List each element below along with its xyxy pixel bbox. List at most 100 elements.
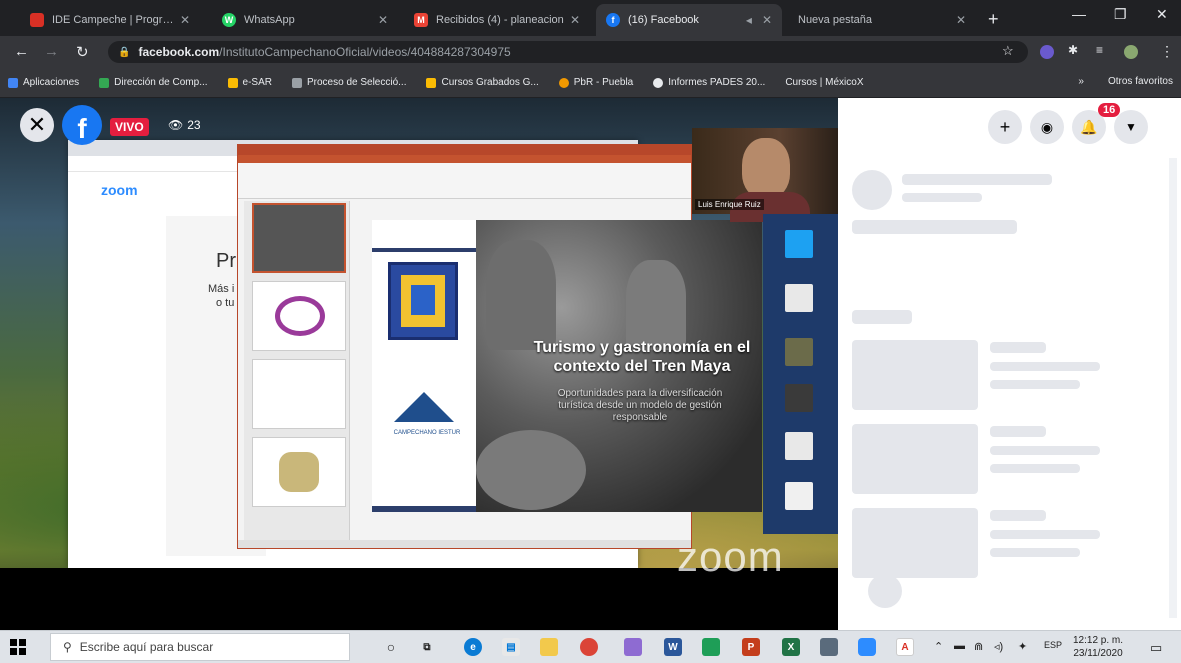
notification-count-badge: 16 bbox=[1098, 103, 1121, 117]
loading-placeholder bbox=[990, 464, 1080, 473]
address-bar[interactable]: 🔒 facebook.com /InstitutoCampechanoOfici… bbox=[108, 41, 1028, 63]
more-menu-icon[interactable]: ⋮ bbox=[1160, 43, 1174, 60]
close-tab-icon[interactable]: ✕ bbox=[378, 13, 388, 27]
chrome-icon[interactable] bbox=[580, 638, 598, 656]
bookmark-direccion[interactable]: Dirección de Comp... bbox=[99, 77, 208, 88]
other-bookmarks[interactable]: » Otros favoritos bbox=[1078, 76, 1173, 87]
gmail-icon: M bbox=[414, 13, 428, 27]
tab-gmail[interactable]: M Recibidos (4) - planeacion ✕ bbox=[404, 4, 590, 36]
new-tab-icon[interactable]: + bbox=[988, 9, 999, 30]
viewer-count-value: 23 bbox=[187, 118, 201, 132]
network-icon[interactable]: ⋒ bbox=[974, 640, 983, 653]
cycle-diagram-thumbnail bbox=[275, 296, 325, 336]
bookmark-mexicox[interactable]: Cursos | MéxicoX bbox=[785, 77, 863, 88]
volume-icon[interactable]: ◃) bbox=[994, 640, 1003, 653]
window-close-icon[interactable]: ✕ bbox=[1156, 6, 1168, 23]
reload-icon[interactable]: ↻ bbox=[76, 43, 89, 61]
twitter-icon bbox=[785, 230, 813, 258]
bookmarks-overflow-icon[interactable]: » bbox=[1078, 76, 1084, 87]
bell-icon: 🔔 bbox=[1080, 118, 1098, 135]
facebook-logo-icon[interactable]: f bbox=[62, 105, 102, 145]
slide-thumbnail bbox=[252, 437, 346, 507]
tray-expand-icon[interactable]: ⌃ bbox=[934, 640, 943, 653]
file-explorer-icon[interactable] bbox=[540, 638, 558, 656]
bookmark-label: Proceso de Selecció... bbox=[306, 77, 407, 88]
windows-taskbar: ⚲ Escribe aquí para buscar ○ ⧉ e ▤ W P X… bbox=[0, 630, 1181, 663]
browser-toolbar: ← → ↻ 🔒 facebook.com /InstitutoCampechan… bbox=[0, 36, 1181, 68]
zoom-app-icon[interactable] bbox=[858, 638, 876, 656]
cortana-icon[interactable]: ○ bbox=[382, 638, 400, 656]
bookmark-favicon-icon bbox=[227, 77, 238, 88]
minimize-icon[interactable]: — bbox=[1072, 6, 1086, 22]
tab-facebook[interactable]: f (16) Facebook ◂ ✕ bbox=[596, 4, 782, 36]
speaker-webcam: Luis Enrique Ruiz bbox=[692, 128, 838, 222]
calculator-icon[interactable] bbox=[820, 638, 838, 656]
mute-tab-icon[interactable]: ◂ bbox=[746, 13, 752, 27]
close-tab-icon[interactable]: ✕ bbox=[762, 13, 772, 27]
loading-placeholder bbox=[990, 548, 1080, 557]
bookmark-star-icon[interactable]: ☆ bbox=[1002, 43, 1014, 59]
close-tab-icon[interactable]: ✕ bbox=[956, 13, 966, 27]
ppt-ribbon bbox=[238, 163, 691, 199]
powerpoint-icon[interactable]: P bbox=[742, 638, 760, 656]
tray-security-icon[interactable]: ✦ bbox=[1018, 640, 1027, 653]
tray-app-icon[interactable]: ▬ bbox=[954, 640, 965, 652]
account-menu-button[interactable]: ▼ bbox=[1114, 110, 1148, 144]
back-icon[interactable]: ← bbox=[14, 43, 29, 60]
taskbar-search[interactable]: ⚲ Escribe aquí para buscar bbox=[50, 633, 350, 661]
task-view-icon[interactable]: ⧉ bbox=[418, 638, 436, 656]
ppt-slide-thumbnails bbox=[244, 201, 350, 541]
bookmark-proceso[interactable]: Proceso de Selecció... bbox=[291, 77, 407, 88]
clock-time: 12:12 p. m. bbox=[1073, 635, 1124, 646]
create-button[interactable]: + bbox=[988, 110, 1022, 144]
close-video-button[interactable]: ✕ bbox=[20, 108, 54, 142]
windows-start-icon[interactable] bbox=[10, 639, 26, 655]
system-clock[interactable]: 12:12 p. m. 23/11/2020 bbox=[1073, 634, 1123, 660]
tab-label: WhatsApp bbox=[244, 14, 295, 26]
excel-icon[interactable]: X bbox=[782, 638, 800, 656]
document-icon bbox=[785, 284, 813, 312]
tab-new-tab[interactable]: Nueva pestaña ✕ bbox=[788, 4, 976, 36]
edge-icon[interactable]: e bbox=[464, 638, 482, 656]
live-video-player[interactable]: zoom Pr Más i o tu CAMPECHANO IESTUR Tur… bbox=[0, 98, 838, 600]
loading-placeholder bbox=[990, 530, 1100, 539]
bookmark-pbr-puebla[interactable]: PbR - Puebla bbox=[558, 77, 633, 88]
extensions-puzzle-icon[interactable]: ✱ bbox=[1068, 43, 1078, 57]
bookmark-apps[interactable]: Aplicaciones bbox=[8, 77, 79, 88]
action-center-icon[interactable]: ▭ bbox=[1150, 640, 1162, 656]
loading-placeholder bbox=[902, 193, 982, 202]
app-green-icon[interactable] bbox=[702, 638, 720, 656]
pane-scrollbar[interactable] bbox=[1169, 158, 1177, 618]
messenger-button[interactable]: ◉ bbox=[1030, 110, 1064, 144]
close-tab-icon[interactable]: ✕ bbox=[180, 13, 190, 27]
tab-ide-campeche[interactable]: IDE Campeche | Programa ✕ bbox=[20, 4, 200, 36]
tab-label: (16) Facebook bbox=[628, 14, 699, 26]
tab-label: IDE Campeche | Programa bbox=[52, 14, 174, 26]
bookmark-cursos-grabados[interactable]: Cursos Grabados G... bbox=[426, 77, 539, 88]
presentation-slide: CAMPECHANO IESTUR Turismo y gastronomía … bbox=[372, 220, 762, 512]
loading-placeholder bbox=[990, 362, 1100, 371]
bookmark-esar[interactable]: e-SAR bbox=[227, 77, 272, 88]
media-queue-icon[interactable]: ≡ bbox=[1096, 43, 1103, 57]
messenger-icon: ◉ bbox=[1040, 118, 1054, 135]
other-bookmarks-label: Otros favoritos bbox=[1107, 76, 1173, 87]
forward-icon[interactable]: → bbox=[44, 43, 59, 60]
app-icon[interactable] bbox=[624, 638, 642, 656]
profile-avatar-icon[interactable] bbox=[1124, 45, 1138, 59]
input-language[interactable]: ESP bbox=[1044, 640, 1062, 650]
tab-whatsapp[interactable]: W WhatsApp ✕ bbox=[212, 4, 398, 36]
bookmark-favicon-icon bbox=[426, 77, 437, 88]
loading-placeholder bbox=[990, 510, 1046, 521]
bookmark-informes[interactable]: Informes PADES 20... bbox=[653, 77, 765, 88]
loading-placeholder bbox=[852, 340, 978, 410]
extension-icon[interactable] bbox=[1040, 45, 1054, 59]
restore-icon[interactable]: ❐ bbox=[1114, 6, 1127, 23]
image-file-icon bbox=[785, 338, 813, 366]
close-tab-icon[interactable]: ✕ bbox=[570, 13, 580, 27]
bookmark-label: Dirección de Comp... bbox=[114, 77, 208, 88]
shared-slide-line: o tu bbox=[216, 297, 235, 309]
store-icon[interactable]: ▤ bbox=[502, 638, 520, 656]
acrobat-icon[interactable]: A bbox=[896, 638, 914, 656]
word-icon[interactable]: W bbox=[664, 638, 682, 656]
slide-thumbnail bbox=[252, 281, 346, 351]
